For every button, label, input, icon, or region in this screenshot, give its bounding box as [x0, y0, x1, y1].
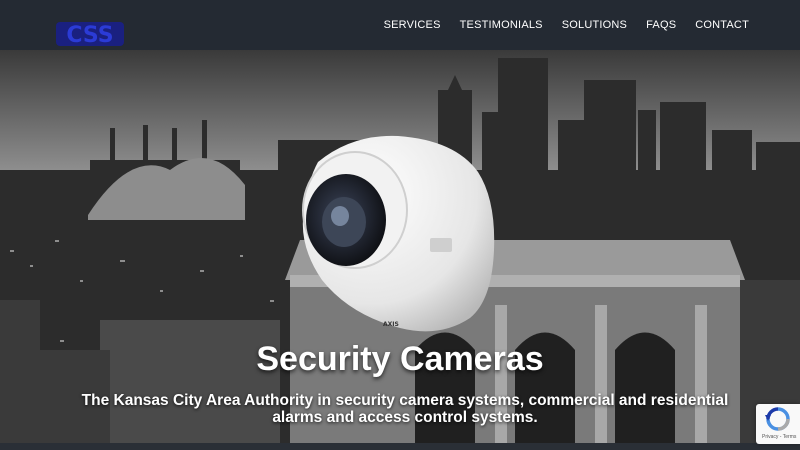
page-bottom	[0, 443, 800, 450]
recaptcha-icon	[765, 407, 790, 431]
camera-brand: AXIS	[383, 321, 399, 328]
nav-services[interactable]: SERVICES	[384, 19, 441, 31]
nav-faqs[interactable]: FAQS	[646, 19, 676, 31]
hero-title: Security Cameras	[256, 340, 544, 378]
nav-solutions[interactable]: SOLUTIONS	[562, 19, 627, 31]
logo[interactable]: CSS	[56, 20, 124, 48]
hero-subtitle: The Kansas City Area Authority in securi…	[81, 392, 729, 426]
main-nav: SERVICES TESTIMONIALS SOLUTIONS FAQS CON…	[384, 0, 749, 50]
recaptcha-links[interactable]: Privacy - Terms	[762, 434, 796, 440]
nav-contact[interactable]: CONTACT	[695, 19, 749, 31]
site-header: CSS SERVICES TESTIMONIALS SOLUTIONS FAQS…	[0, 0, 800, 50]
recaptcha-badge[interactable]: Privacy - Terms	[756, 404, 800, 444]
logo-text: CSS	[66, 23, 113, 48]
hero-banner: AXIS	[0, 50, 800, 443]
hero-image: AXIS	[0, 50, 800, 443]
nav-testimonials[interactable]: TESTIMONIALS	[460, 19, 543, 31]
